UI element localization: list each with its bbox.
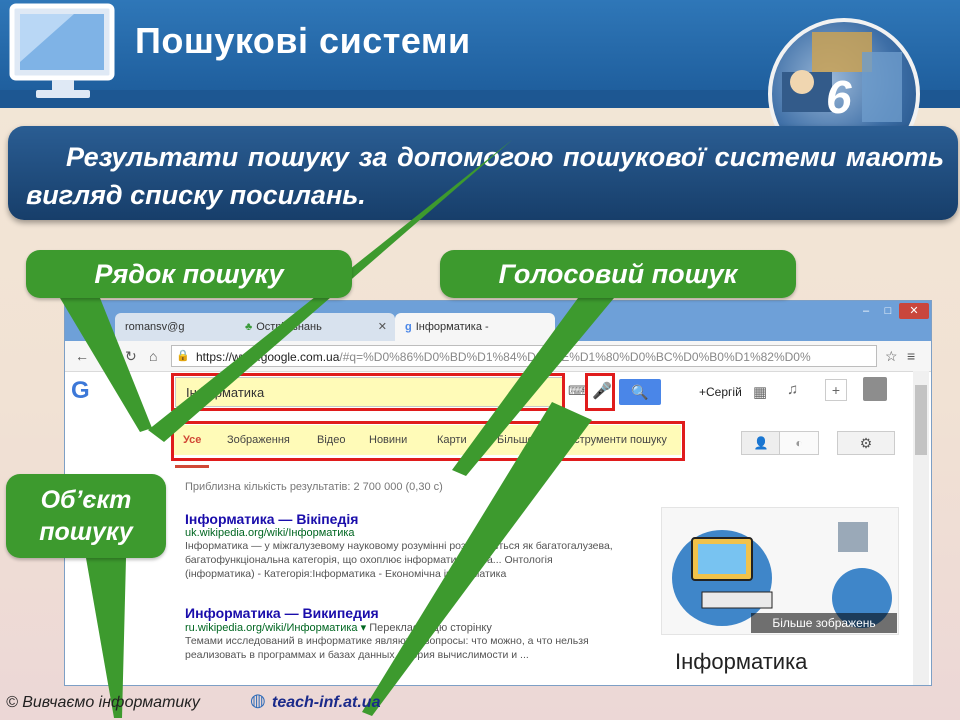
callout-voice-search: Голосовий пошук [440, 250, 796, 298]
callout-search-row: Рядок пошуку [26, 250, 352, 298]
globe-icon: ◍ [250, 690, 266, 710]
callout-search-object: Об’єкт пошуку [6, 474, 166, 558]
footer-copyright: © Вивчаємо інформатику [6, 694, 200, 711]
callout-arrows [60, 140, 614, 718]
arrow-search-row [60, 298, 152, 432]
footer-site-link[interactable]: teach-inf.at.ua [272, 694, 380, 712]
